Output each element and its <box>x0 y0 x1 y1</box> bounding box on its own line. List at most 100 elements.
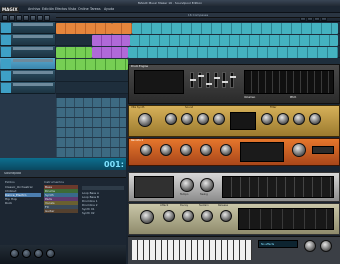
pattern-grid[interactable] <box>244 70 334 94</box>
knob-reso[interactable] <box>181 113 193 125</box>
drum-engine-display <box>134 70 184 94</box>
file-list-header <box>82 186 124 190</box>
menu-vista[interactable]: Vista <box>68 6 76 13</box>
knob-master-vol[interactable] <box>320 240 332 252</box>
knob-attack-env[interactable] <box>163 210 175 222</box>
track-name <box>13 83 53 86</box>
menu-efectos[interactable]: Efectos <box>55 6 67 13</box>
knob-osc1[interactable] <box>140 144 152 156</box>
knob-master[interactable] <box>138 113 152 127</box>
knob-release[interactable] <box>213 113 225 125</box>
audio-clip[interactable] <box>56 47 92 58</box>
file-row[interactable]: Synth 02 <box>82 211 124 215</box>
mouse-mode-icon[interactable] <box>2 14 8 21</box>
undo-icon[interactable] <box>16 14 22 21</box>
stop-icon[interactable] <box>22 249 31 258</box>
menu-online[interactable]: Online <box>78 6 89 13</box>
knob-env[interactable] <box>180 144 192 156</box>
audio-clip[interactable] <box>130 35 338 46</box>
preset-box[interactable] <box>312 146 334 154</box>
atmos-display <box>238 208 334 230</box>
panel5-label: Release <box>218 204 229 207</box>
panel2-title: Vita Synth <box>131 106 145 109</box>
track-header-5[interactable] <box>0 70 55 82</box>
media-manager-tabs: Soundpool <box>0 170 126 178</box>
redo-icon[interactable] <box>23 14 29 21</box>
fader[interactable] <box>206 72 212 88</box>
audio-clip[interactable] <box>128 47 338 58</box>
track-header-4[interactable] <box>0 58 55 70</box>
fader[interactable] <box>230 72 236 88</box>
panel1-label: Pitch <box>290 96 297 99</box>
split-icon[interactable] <box>9 14 15 21</box>
fader[interactable] <box>190 72 196 88</box>
menu-edicion[interactable]: Edición <box>42 6 54 13</box>
track-header-2[interactable] <box>0 34 55 46</box>
track-name <box>13 47 53 50</box>
track-header-1[interactable] <box>0 22 55 34</box>
knob-output[interactable] <box>304 240 316 252</box>
audio-clip[interactable] <box>132 23 338 34</box>
panel1-title: Drum Engine <box>131 65 148 68</box>
play-icon[interactable] <box>34 249 43 258</box>
track-icon <box>1 83 11 93</box>
track-icon <box>1 23 11 33</box>
knob-attack[interactable] <box>197 113 209 125</box>
knob-swing[interactable] <box>200 178 214 192</box>
track-header-3[interactable] <box>0 46 55 58</box>
knob-release-env[interactable] <box>220 210 232 222</box>
fader[interactable] <box>214 72 220 88</box>
instrument-item[interactable]: Guitar <box>44 209 78 213</box>
knob-drive[interactable] <box>261 113 273 125</box>
menu-archivo[interactable]: Archivo <box>28 6 40 13</box>
audio-clip[interactable] <box>112 23 132 34</box>
timeline-ruler[interactable]: 16 Compases <box>56 13 340 18</box>
menu-tareas[interactable]: Tareas <box>90 6 101 13</box>
knob-osc2[interactable] <box>160 144 172 156</box>
track-icon <box>1 71 11 81</box>
audio-clip[interactable] <box>92 47 128 58</box>
record-icon[interactable] <box>46 249 55 258</box>
track-name <box>13 23 53 26</box>
knob-tempo[interactable] <box>180 178 194 192</box>
knob-cutoff[interactable] <box>165 113 177 125</box>
col-instruments-header: Instrumentos <box>44 180 64 184</box>
knob-volume[interactable] <box>292 143 306 157</box>
snap-icon[interactable] <box>44 14 50 21</box>
panel3-title: Revolta 2 <box>131 139 144 142</box>
status-display: No effects <box>258 240 298 248</box>
knob-sustain[interactable] <box>201 210 213 222</box>
panel5-label: Attack <box>160 204 169 207</box>
synth-display <box>230 112 256 130</box>
pad-area[interactable] <box>134 176 174 198</box>
panel2-section-b: Filter <box>270 106 277 109</box>
knob-reverb[interactable] <box>309 113 321 125</box>
track-header-6[interactable] <box>0 82 55 94</box>
panel1-label: Volumen <box>244 96 256 99</box>
audio-clip[interactable] <box>56 23 112 34</box>
style-item[interactable]: Rock <box>5 201 41 205</box>
revolta-display <box>240 142 284 162</box>
knob-main[interactable] <box>140 210 154 224</box>
piano-keys[interactable] <box>132 240 252 260</box>
zoom-icon[interactable] <box>37 14 43 21</box>
audio-clip[interactable] <box>92 35 130 46</box>
rewind-icon[interactable] <box>10 249 19 258</box>
knob-delay[interactable] <box>293 113 305 125</box>
delete-icon[interactable] <box>30 14 36 21</box>
panel5-label: Decay <box>180 204 189 207</box>
knob-mix[interactable] <box>277 113 289 125</box>
step-sequencer[interactable] <box>222 176 334 198</box>
knob-decay[interactable] <box>182 210 194 222</box>
fader[interactable] <box>198 72 204 88</box>
panel4-label: Swing <box>200 193 208 196</box>
knob-lfo[interactable] <box>220 144 232 156</box>
track-icon <box>1 47 11 57</box>
menu-ayuda[interactable]: Ayuda <box>104 6 114 13</box>
track-list-empty <box>0 94 56 158</box>
audio-clip[interactable] <box>56 59 128 70</box>
fader[interactable] <box>222 72 228 88</box>
tab-soundpool[interactable]: Soundpool <box>4 172 21 175</box>
col-styles-header: Estilos <box>5 180 15 184</box>
knob-filter[interactable] <box>200 144 212 156</box>
